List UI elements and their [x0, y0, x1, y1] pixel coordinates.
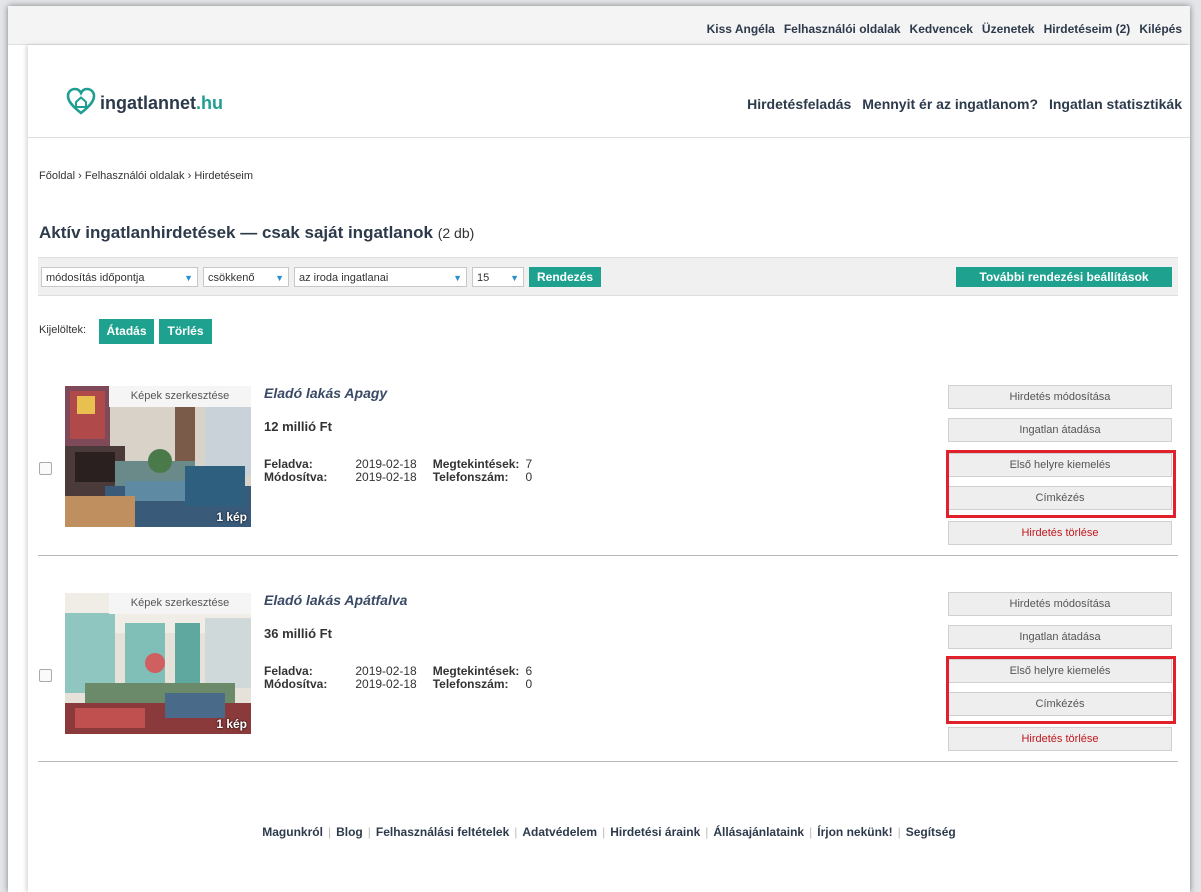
listing-divider — [38, 555, 1178, 556]
edit-photos-button[interactable]: Képek szerkesztése — [109, 386, 251, 407]
breadcrumb-my-ads: Hirdetéseim — [194, 170, 253, 182]
listing-meta: Feladva: 2019-02-18 Megtekintések: 6 Mód… — [264, 665, 538, 691]
listing-divider — [38, 761, 1178, 762]
highlight-annotation-box — [946, 656, 1176, 724]
edit-listing-button[interactable]: Hirdetés módosítása — [948, 592, 1172, 616]
footer-contact-link[interactable]: Írjon nekünk! — [817, 825, 892, 839]
phone-label: Telefonszám: — [432, 470, 509, 484]
logout-link[interactable]: Kilépés — [1139, 22, 1182, 36]
dropdown-arrow-icon: ▼ — [510, 273, 519, 283]
sort-button[interactable]: Rendezés — [529, 267, 601, 287]
bulk-actions: Kijelöltek: — [39, 324, 86, 336]
page-title-text: Aktív ingatlanhirdetések — csak saját in… — [39, 223, 433, 242]
listing-price: 12 millió Ft — [264, 419, 332, 434]
photo-count: 1 kép — [216, 510, 247, 524]
living-room-photo — [65, 593, 251, 734]
footer-jobs-link[interactable]: Állásajánlataink — [713, 825, 804, 839]
modified-label: Módosítva: — [264, 470, 328, 484]
site-header: ingatlannet.hu Hirdetésfeladás Mennyit é… — [28, 45, 1190, 138]
transfer-listing-button[interactable]: Ingatlan átadása — [948, 418, 1172, 442]
listing-checkbox[interactable] — [39, 669, 52, 682]
breadcrumb-home[interactable]: Főoldal — [39, 170, 75, 182]
delete-listing-button[interactable]: Hirdetés törlése — [948, 521, 1172, 545]
modified-date: 2019-02-18 — [355, 470, 417, 484]
listing-item: Képek szerkesztése 1 kép Eladó lakás Apa… — [38, 385, 1178, 555]
user-name-link[interactable]: Kiss Angéla — [707, 22, 775, 36]
listing-checkbox[interactable] — [39, 462, 52, 475]
valuation-link[interactable]: Mennyit ér az ingatlanom? — [862, 96, 1038, 112]
listing-meta: Feladva: 2019-02-18 Megtekintések: 7 Mód… — [264, 458, 538, 484]
listing-item: Képek szerkesztése 1 kép Eladó lakás Apá… — [38, 592, 1178, 762]
filter-select[interactable]: az iroda ingatlanai ▼ — [294, 267, 467, 287]
footer-help-link[interactable]: Segítség — [906, 825, 956, 839]
per-page-select[interactable]: 15 ▼ — [472, 267, 524, 287]
dropdown-arrow-icon: ▼ — [453, 273, 462, 283]
sort-order-select[interactable]: csökkenő ▼ — [203, 267, 289, 287]
footer-privacy-link[interactable]: Adatvédelem — [522, 825, 597, 839]
statistics-link[interactable]: Ingatlan statisztikák — [1049, 96, 1182, 112]
bulk-delete-button[interactable]: Törlés — [159, 319, 212, 344]
delete-listing-button[interactable]: Hirdetés törlése — [948, 727, 1172, 751]
listing-title[interactable]: Eladó lakás Apagy — [264, 385, 387, 401]
site-logo[interactable]: ingatlannet.hu — [66, 87, 223, 120]
main-nav: Hirdetésfeladás Mennyit ér az ingatlanom… — [740, 96, 1182, 112]
breadcrumb-user-pages[interactable]: Felhasználói oldalak — [85, 170, 185, 182]
user-pages-link[interactable]: Felhasználói oldalak — [784, 22, 901, 36]
phone-views-count: 0 — [525, 677, 533, 691]
breadcrumb: Főoldal › Felhasználói oldalak › Hirdeté… — [39, 170, 253, 182]
main-content: ingatlannet.hu Hirdetésfeladás Mennyit é… — [28, 45, 1190, 892]
edit-photos-button[interactable]: Képek szerkesztése — [109, 593, 251, 614]
top-user-bar: Kiss Angéla Felhasználói oldalak Kedvenc… — [8, 6, 1190, 45]
messages-link[interactable]: Üzenetek — [982, 22, 1035, 36]
bulk-label: Kijelöltek: — [39, 324, 87, 336]
listing-price: 36 millió Ft — [264, 626, 332, 641]
more-sort-settings-button[interactable]: További rendezési beállítások — [956, 267, 1172, 287]
dropdown-arrow-icon: ▼ — [184, 273, 193, 283]
footer-blog-link[interactable]: Blog — [336, 825, 363, 839]
dropdown-arrow-icon: ▼ — [275, 273, 284, 283]
post-ad-link[interactable]: Hirdetésfeladás — [747, 96, 851, 112]
phone-views-count: 0 — [525, 470, 533, 484]
favorites-link[interactable]: Kedvencek — [910, 22, 973, 36]
page-title: Aktív ingatlanhirdetések — csak saját in… — [39, 223, 474, 243]
house-heart-icon — [66, 87, 96, 120]
modified-date: 2019-02-18 — [355, 677, 417, 691]
footer-pricing-link[interactable]: Hirdetési áraink — [610, 825, 700, 839]
modified-label: Módosítva: — [264, 677, 328, 691]
listing-photo[interactable]: Képek szerkesztése 1 kép — [65, 593, 251, 734]
user-nav: Kiss Angéla Felhasználói oldalak Kedvenc… — [698, 22, 1182, 36]
footer-links: Magunkról | Blog | Felhasználási feltételek |… — [262, 825, 956, 839]
my-ads-link[interactable]: Hirdetéseim (2) — [1044, 22, 1131, 36]
footer-about-link[interactable]: Magunkról — [262, 825, 323, 839]
browser-frame: Kiss Angéla Felhasználói oldalak Kedvenc… — [8, 6, 1190, 892]
listing-count: (2 db) — [437, 225, 475, 241]
highlight-annotation-box — [946, 450, 1176, 518]
sort-toolbar: módosítás időpontja ▼ csökkenő ▼ az iroda … — [38, 257, 1178, 296]
sort-field-select[interactable]: módosítás időpontja ▼ — [41, 267, 198, 287]
photo-count: 1 kép — [216, 717, 247, 731]
listing-photo[interactable]: Képek szerkesztése 1 kép — [65, 386, 251, 527]
logo-text: ingatlannet.hu — [100, 93, 224, 113]
living-room-photo — [65, 386, 251, 527]
bulk-transfer-button[interactable]: Átadás — [99, 319, 154, 344]
footer-terms-link[interactable]: Felhasználási feltételek — [376, 825, 509, 839]
transfer-listing-button[interactable]: Ingatlan átadása — [948, 625, 1172, 649]
phone-label: Telefonszám: — [432, 677, 509, 691]
edit-listing-button[interactable]: Hirdetés módosítása — [948, 385, 1172, 409]
listing-title[interactable]: Eladó lakás Apátfalva — [264, 592, 407, 608]
